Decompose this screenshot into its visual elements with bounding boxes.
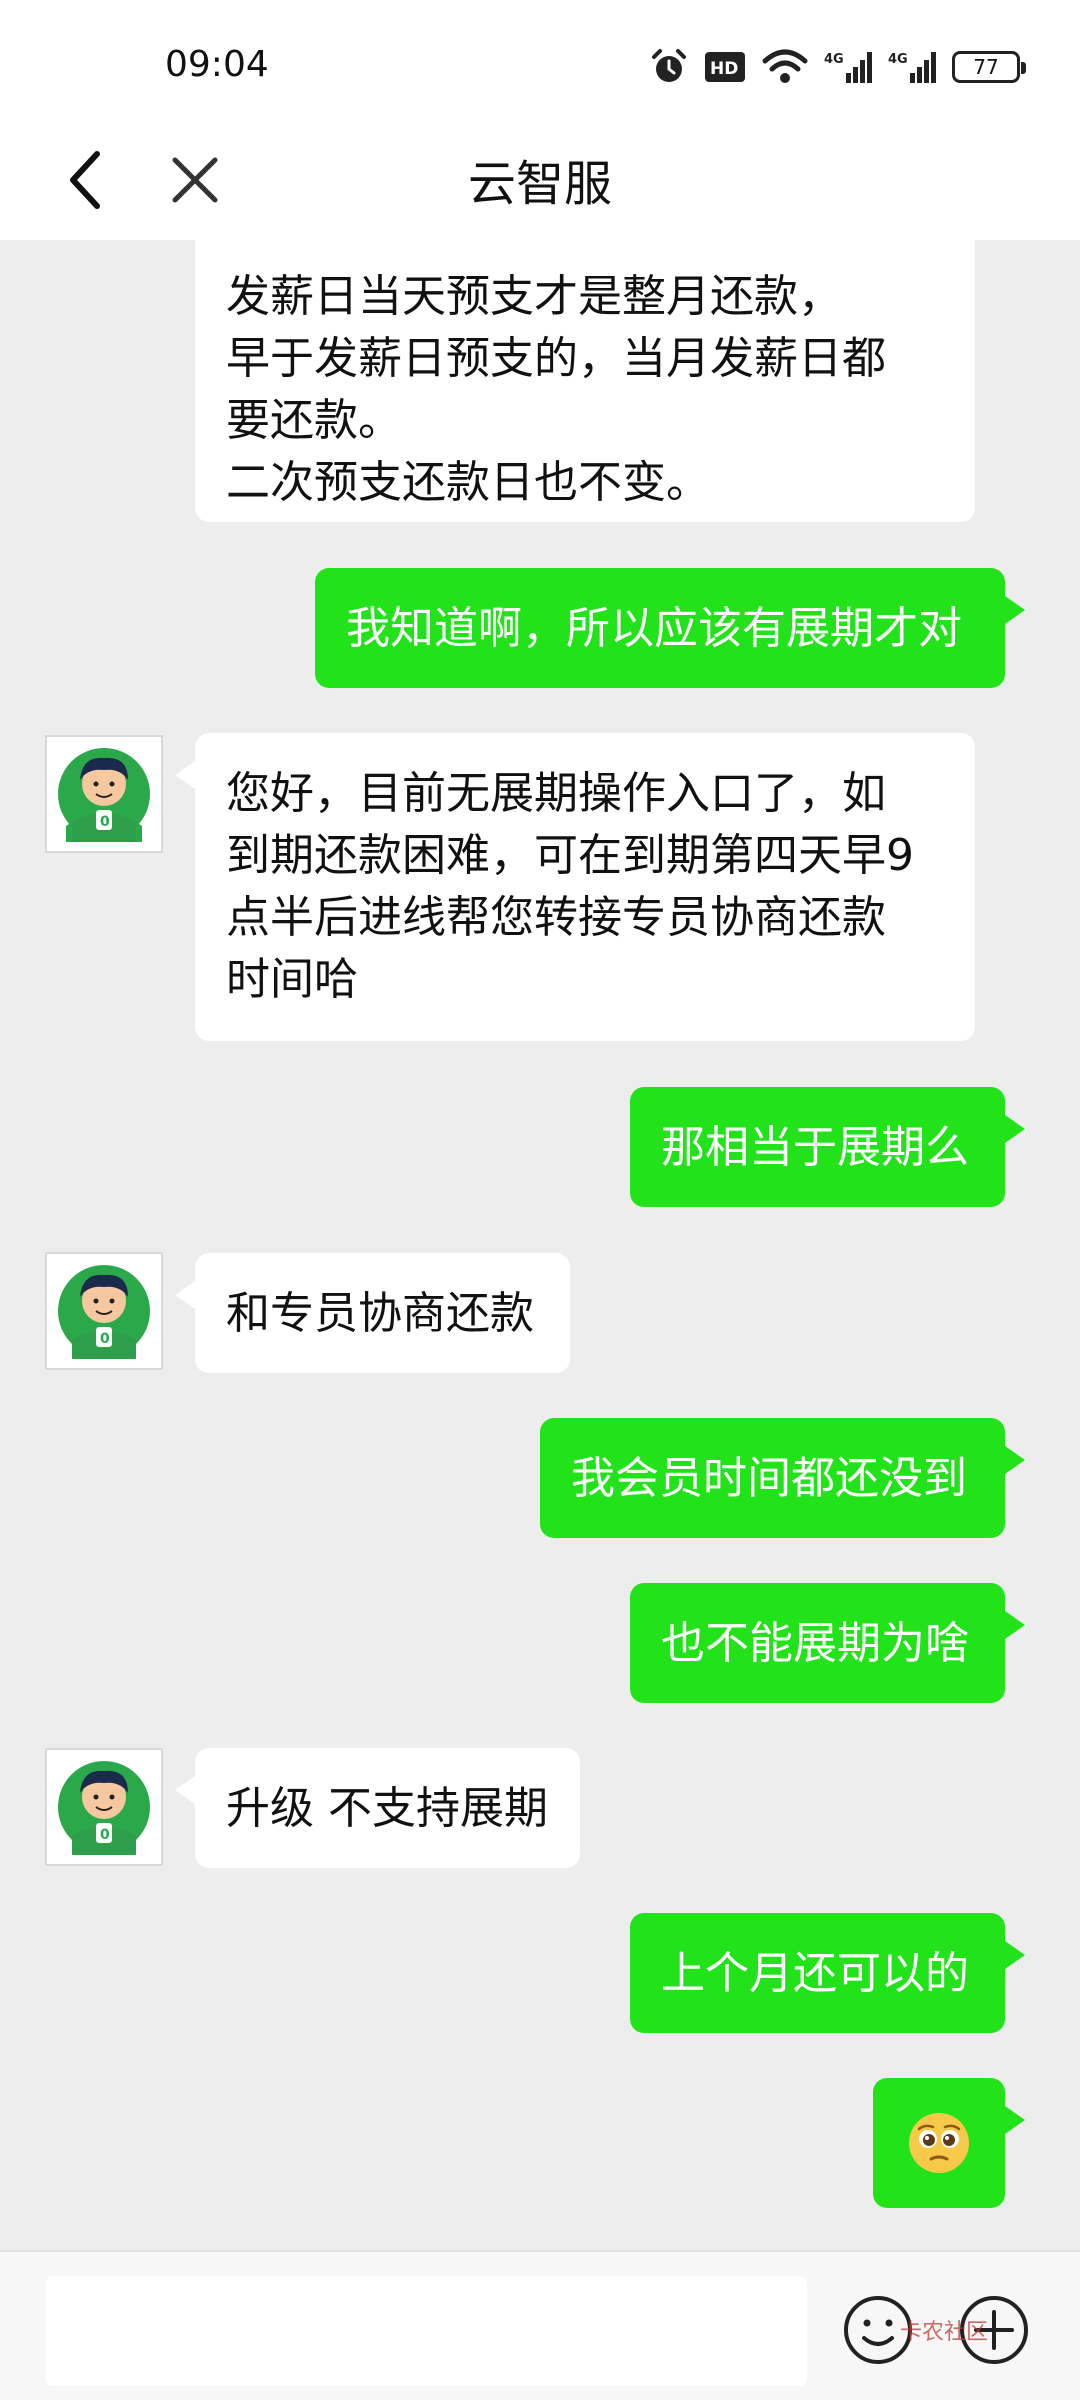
agent-avatar[interactable]: 0 bbox=[45, 1252, 163, 1370]
message-line: 和专员协商还款 bbox=[226, 1288, 534, 1339]
more-button[interactable] bbox=[958, 2294, 1030, 2366]
received-message-bubble[interactable]: 您好，目前无展期操作入口了，如 到期还款困难，可在到期第四天早9 点半后进线帮您… bbox=[175, 733, 975, 1041]
svg-text:4G: 4G bbox=[824, 52, 844, 67]
page-title: 云智服 bbox=[467, 156, 612, 212]
sent-message-bubble[interactable]: 我知道啊，所以应该有展期才对 bbox=[315, 568, 1025, 688]
battery-level: 77 bbox=[973, 55, 999, 79]
message-line: 发薪日当天预支才是整月还款， bbox=[226, 271, 842, 322]
received-message-bubble[interactable]: 升级 不支持展期 bbox=[175, 1748, 580, 1868]
message-line: 我知道啊，所以应该有展期才对 bbox=[346, 603, 962, 654]
hd-icon: HD bbox=[705, 52, 745, 82]
wifi-icon bbox=[762, 49, 808, 83]
message-line: 点半后进线帮您转接专员协商还款 bbox=[226, 892, 886, 943]
message-line: 到期还款困难，可在到期第四天早9 bbox=[226, 830, 914, 881]
plus-icon bbox=[960, 2296, 1028, 2364]
sent-emoji-bubble[interactable] bbox=[873, 2078, 1025, 2208]
input-bar: 卡农社区 bbox=[0, 2250, 1080, 2400]
message-line: 要还款。 bbox=[226, 395, 402, 446]
message-line: 时间哈 bbox=[226, 954, 358, 1005]
smiley-icon bbox=[844, 2296, 912, 2364]
battery-icon: 77 bbox=[952, 51, 1026, 83]
svg-text:HD: HD bbox=[710, 59, 738, 79]
agent-avatar[interactable]: 0 bbox=[45, 1748, 163, 1866]
message-line: 那相当于展期么 bbox=[661, 1122, 969, 1173]
svg-text:0: 0 bbox=[100, 1827, 110, 1843]
status-icons: HD 4G 4G 77 bbox=[650, 44, 1026, 90]
signal-4g-icon-2: 4G bbox=[888, 52, 936, 83]
svg-text:0: 0 bbox=[100, 1331, 110, 1347]
agent-avatar[interactable]: 0 bbox=[45, 735, 163, 853]
message-input[interactable] bbox=[45, 2276, 807, 2386]
received-message-bubble[interactable]: 发薪日当天预支才是整月还款， 早于发薪日预支的，当月发薪日都 要还款。 二次预支… bbox=[195, 240, 975, 522]
sent-message-bubble[interactable]: 也不能展期为啥 bbox=[630, 1583, 1025, 1703]
title-bar: 云智服 bbox=[0, 120, 1080, 240]
svg-text:0: 0 bbox=[100, 814, 110, 830]
agent-avatar-icon: 0 bbox=[58, 1761, 150, 1855]
svg-text:4G: 4G bbox=[888, 52, 908, 67]
sent-message-bubble[interactable]: 我会员时间都还没到 bbox=[540, 1418, 1025, 1538]
sent-message-bubble[interactable]: 那相当于展期么 bbox=[630, 1087, 1025, 1207]
message-line: 早于发薪日预支的，当月发薪日都 bbox=[226, 333, 886, 384]
agent-avatar-icon: 0 bbox=[58, 1265, 150, 1359]
message-line: 您好，目前无展期操作入口了，如 bbox=[226, 768, 886, 819]
emoji-button[interactable] bbox=[842, 2294, 914, 2366]
status-bar: 09:04 HD 4G 4G 77 bbox=[0, 0, 1080, 120]
signal-4g-icon: 4G bbox=[824, 52, 872, 83]
message-line: 二次预支还款日也不变。 bbox=[226, 457, 710, 508]
message-line: 上个月还可以的 bbox=[661, 1948, 969, 1999]
message-line: 我会员时间都还没到 bbox=[571, 1453, 967, 1504]
pleading-face-emoji bbox=[909, 2113, 969, 2173]
message-line: 也不能展期为啥 bbox=[661, 1618, 969, 1669]
sent-message-bubble[interactable]: 上个月还可以的 bbox=[630, 1913, 1025, 2033]
agent-avatar-icon: 0 bbox=[58, 748, 150, 842]
alarm-icon bbox=[652, 49, 686, 82]
message-line: 升级 不支持展期 bbox=[226, 1783, 548, 1834]
received-message-bubble[interactable]: 和专员协商还款 bbox=[175, 1253, 570, 1373]
status-time: 09:04 bbox=[165, 44, 269, 85]
chat-area[interactable]: 发薪日当天预支才是整月还款， 早于发薪日预支的，当月发薪日都 要还款。 二次预支… bbox=[0, 240, 1080, 2250]
